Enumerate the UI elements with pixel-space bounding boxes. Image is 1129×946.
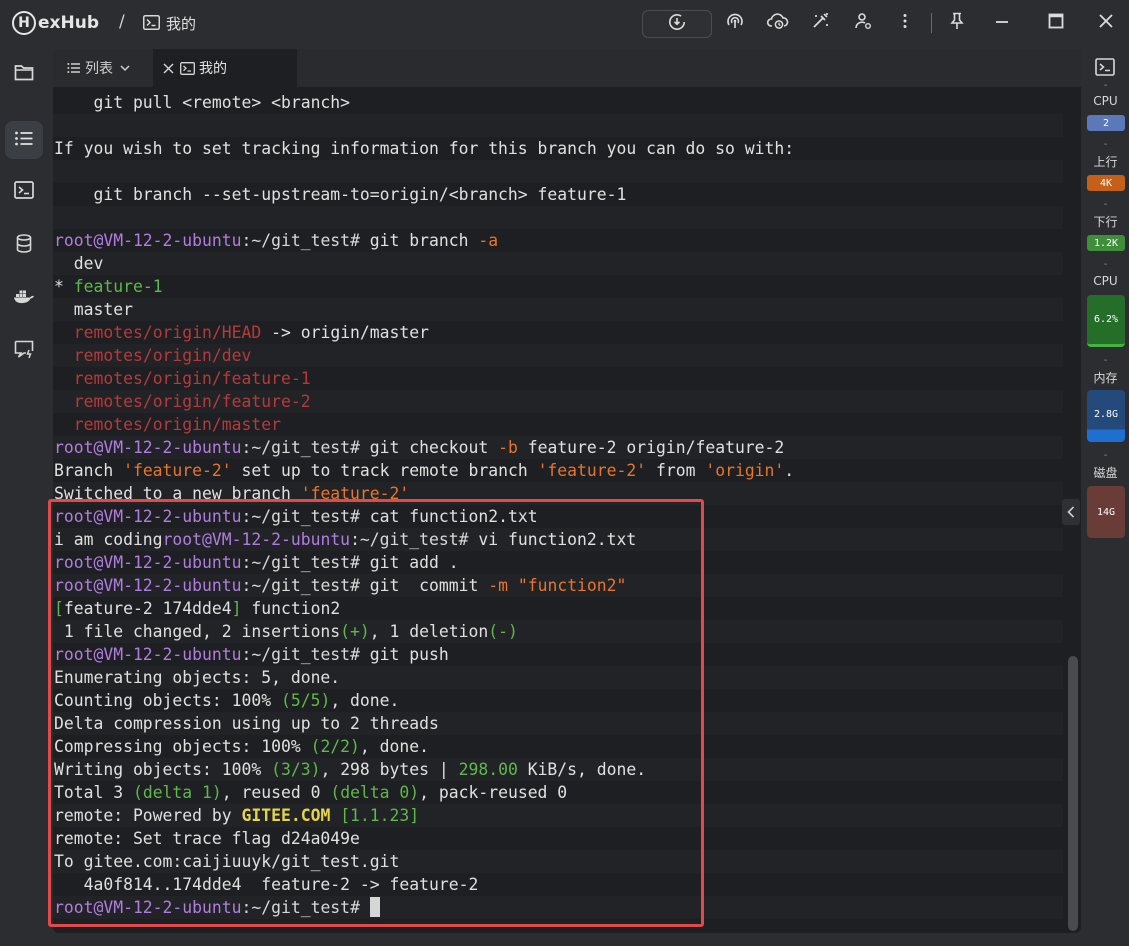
terminal-line: master — [54, 300, 133, 319]
left-sidebar — [0, 46, 48, 946]
sidebar-item-list[interactable] — [5, 121, 43, 159]
memory-label: 内存 — [1093, 371, 1118, 385]
close-window-button[interactable] — [1095, 10, 1117, 36]
close-tab-icon[interactable] — [163, 63, 174, 74]
sync-icon — [668, 13, 686, 35]
list-icon — [14, 130, 34, 151]
broadcast-icon — [725, 12, 745, 34]
memory-gauge: 2.8G — [1087, 390, 1125, 442]
stat-dash: - — [1103, 450, 1108, 461]
chevron-down-icon — [120, 64, 130, 72]
pin-icon — [949, 12, 965, 34]
memory-value: 2.8G — [1093, 408, 1119, 420]
breadcrumb-separator: / — [119, 12, 125, 32]
tab-bar: 列表 我的 — [53, 49, 1081, 87]
logo-text: exHub — [38, 13, 99, 33]
cpu-usage-gauge: 6.2% — [1087, 295, 1125, 347]
cloud-sync-button[interactable] — [766, 10, 790, 36]
cpu-usage-label: CPU — [1093, 274, 1118, 288]
stat-dash: - — [1103, 139, 1108, 150]
close-icon — [1098, 13, 1114, 33]
more-menu-button[interactable] — [897, 10, 913, 36]
system-monitor-bar: - CPU 2 - 上行 4K - 下行 1.2K - CPU 6.2% - 内… — [1084, 46, 1129, 946]
cpu-cores-label: CPU — [1093, 94, 1118, 108]
terminal-line: * feature-1 — [54, 277, 163, 296]
sidebar-item-files[interactable] — [5, 55, 43, 93]
terminal-line: root@VM-12-2-ubuntu:~/git_test# git chec… — [54, 438, 785, 457]
disk-label: 磁盘 — [1093, 466, 1118, 480]
more-vertical-icon — [902, 13, 908, 33]
download-badge: 1.2K — [1087, 235, 1125, 251]
chevron-left-icon — [1067, 506, 1075, 518]
sidebar-item-terminal[interactable] — [5, 173, 43, 211]
disk-gauge: 14G — [1087, 486, 1125, 538]
terminal-scrollbar[interactable] — [1068, 656, 1078, 931]
terminal-line: root@VM-12-2-ubuntu:~/git_test# git bran… — [54, 231, 499, 250]
tab-mine[interactable]: 我的 — [153, 49, 297, 87]
sidebar-item-database[interactable] — [5, 226, 43, 264]
stat-dash: - — [1103, 199, 1108, 210]
sync-button[interactable] — [642, 10, 712, 38]
terminal-line: If you wish to set tracking information … — [54, 139, 795, 158]
terminal-line: remotes/origin/feature-2 — [73, 392, 311, 411]
terminal-icon — [180, 61, 195, 75]
tab-mine-label: 我的 — [199, 61, 227, 77]
tab-list-view[interactable]: 列表 — [59, 49, 130, 87]
terminal-line: remotes/origin/feature-1 — [73, 369, 311, 388]
terminal-line: remotes/origin/HEAD -> origin/master — [73, 323, 430, 342]
terminal-line: remotes/origin/master — [73, 415, 281, 434]
title-bar: H exHub / 我的 — [0, 0, 1129, 46]
stat-dash: - — [1103, 355, 1108, 366]
sidebar-item-docker[interactable] — [5, 279, 43, 317]
list-icon — [67, 62, 81, 74]
upload-badge: 4K — [1087, 175, 1125, 191]
minimize-icon — [994, 13, 1010, 33]
tools-icon — [811, 12, 831, 34]
maximize-button[interactable] — [1045, 10, 1067, 36]
user-settings-button[interactable] — [852, 10, 874, 36]
terminal-icon[interactable] — [1095, 58, 1115, 76]
terminal-icon — [143, 15, 160, 34]
toolbar-divider — [931, 13, 932, 33]
folder-icon — [14, 64, 34, 85]
stat-dash: - — [1103, 259, 1108, 270]
docker-icon — [13, 288, 35, 308]
user-settings-icon — [853, 12, 873, 34]
upload-label: 上行 — [1093, 155, 1118, 169]
app-logo[interactable]: H exHub — [12, 10, 99, 36]
database-icon — [16, 233, 32, 257]
terminal-line: remotes/origin/dev — [73, 346, 252, 365]
pin-button[interactable] — [946, 10, 968, 36]
cast-icon — [14, 340, 34, 363]
cloud-sync-icon — [766, 12, 789, 34]
terminal-line: git branch --set-upstream-to=origin/<bra… — [54, 185, 627, 204]
terminal-line: Branch 'feature-2' set up to track remot… — [54, 461, 795, 480]
broadcast-button[interactable] — [724, 10, 746, 36]
terminal-line: git pull <remote> <branch> — [54, 93, 351, 112]
cpu-cores-badge: 2 — [1087, 115, 1125, 131]
maximize-icon — [1048, 13, 1064, 33]
collapse-panel-button[interactable] — [1062, 499, 1080, 525]
download-label: 下行 — [1093, 215, 1118, 229]
tools-button[interactable] — [810, 10, 832, 36]
sidebar-item-cast[interactable] — [5, 332, 43, 370]
minimize-button[interactable] — [991, 10, 1013, 36]
breadcrumb-title[interactable]: 我的 — [166, 13, 196, 34]
terminal-line: dev — [54, 254, 104, 273]
tab-list-label: 列表 — [85, 61, 113, 77]
highlight-annotation — [48, 499, 704, 927]
stat-dash: - — [1103, 80, 1108, 91]
logo-mark: H — [12, 11, 36, 35]
terminal-icon — [14, 181, 34, 203]
